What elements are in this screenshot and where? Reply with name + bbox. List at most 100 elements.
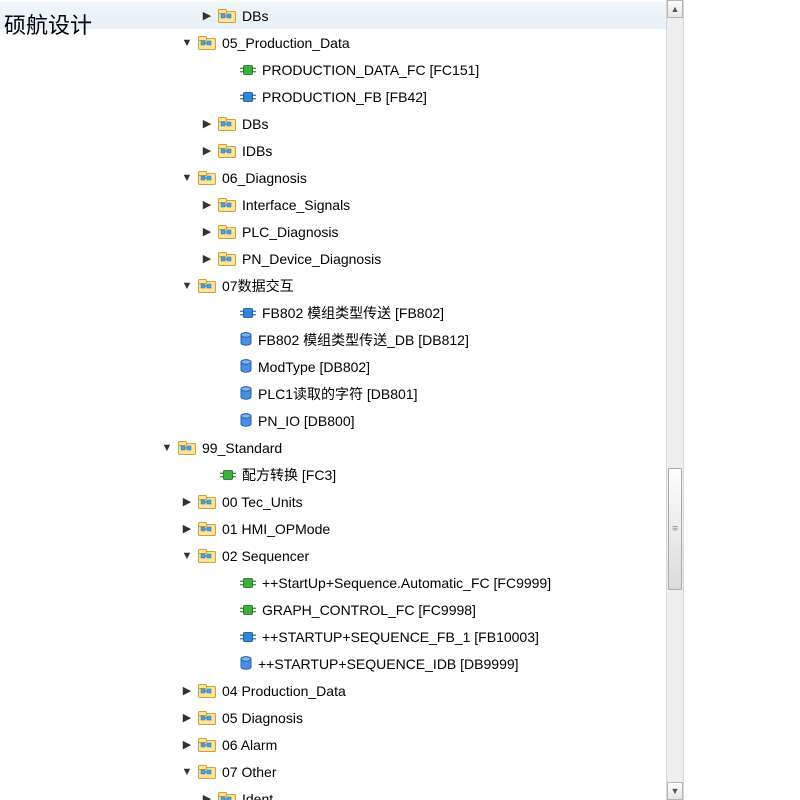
- expand-toggle[interactable]: ▶: [200, 198, 214, 211]
- fb-block-icon: [240, 307, 256, 319]
- project-tree[interactable]: ▶ DBs▼ 05_Production_Data▶ PRODUCTION_DA…: [0, 0, 680, 800]
- folder-icon: [198, 279, 216, 293]
- expand-toggle[interactable]: ▶: [180, 522, 194, 535]
- collapse-toggle[interactable]: ▼: [180, 766, 194, 778]
- db-icon: [240, 333, 252, 347]
- tree-row[interactable]: ▶ ++STARTUP+SEQUENCE_IDB [DB9999]: [0, 650, 680, 677]
- tree-row[interactable]: ▶ PRODUCTION_DATA_FC [FC151]: [0, 56, 680, 83]
- tree-row[interactable]: ▶ FB802 模组类型传送_DB [DB812]: [0, 326, 680, 353]
- tree-item-label: ++STARTUP+SEQUENCE_FB_1 [FB10003]: [262, 629, 539, 645]
- collapse-toggle[interactable]: ▼: [180, 37, 194, 49]
- tree-row[interactable]: ▶ 06 Alarm: [0, 731, 680, 758]
- expand-toggle[interactable]: ▶: [200, 792, 214, 800]
- expand-toggle[interactable]: ▶: [180, 738, 194, 751]
- db-icon: [240, 657, 252, 671]
- tree-item-label: 00 Tec_Units: [222, 494, 303, 510]
- tree-row[interactable]: ▶ IDBs: [0, 137, 680, 164]
- collapse-toggle[interactable]: ▼: [160, 442, 174, 454]
- db-icon: [240, 387, 252, 401]
- tree-row[interactable]: ▶ FB802 模组类型传送 [FB802]: [0, 299, 680, 326]
- collapse-toggle[interactable]: ▼: [180, 172, 194, 184]
- folder-icon: [198, 684, 216, 698]
- tree-row[interactable]: ▶ ++StartUp+Sequence.Automatic_FC [FC999…: [0, 569, 680, 596]
- folder-icon: [218, 225, 236, 239]
- expand-toggle[interactable]: ▶: [200, 225, 214, 238]
- tree-row[interactable]: ▼ 07 Other: [0, 758, 680, 785]
- expand-toggle[interactable]: ▶: [180, 684, 194, 697]
- folder-icon: [198, 549, 216, 563]
- tree-row[interactable]: ▶ 00 Tec_Units: [0, 488, 680, 515]
- tree-row[interactable]: ▶ DBs: [0, 2, 680, 29]
- scroll-up-button[interactable]: ▲: [667, 0, 683, 18]
- scroll-down-button[interactable]: ▼: [667, 782, 683, 800]
- tree-row[interactable]: ▶ 配方转换 [FC3]: [0, 461, 680, 488]
- tree-item-label: DBs: [242, 116, 268, 132]
- tree-item-label: 07 Other: [222, 764, 276, 780]
- tree-item-label: PLC1读取的字符 [DB801]: [258, 384, 418, 404]
- folder-icon: [218, 117, 236, 131]
- tree-item-label: PLC_Diagnosis: [242, 224, 339, 240]
- db-icon: [240, 414, 252, 428]
- tree-item-label: 02 Sequencer: [222, 548, 309, 564]
- tree-item-label: ModType [DB802]: [258, 359, 370, 375]
- tree-row[interactable]: ▶ GRAPH_CONTROL_FC [FC9998]: [0, 596, 680, 623]
- tree-row[interactable]: ▶ PLC1读取的字符 [DB801]: [0, 380, 680, 407]
- tree-item-label: PN_IO [DB800]: [258, 413, 355, 429]
- tree-row[interactable]: ▶ PN_IO [DB800]: [0, 407, 680, 434]
- expand-toggle[interactable]: ▶: [200, 144, 214, 157]
- expand-toggle[interactable]: ▶: [180, 495, 194, 508]
- folder-icon: [218, 252, 236, 266]
- scroll-thumb[interactable]: [668, 468, 682, 590]
- folder-icon: [198, 738, 216, 752]
- tree-row[interactable]: ▶ Ident: [0, 785, 680, 800]
- tree-item-label: GRAPH_CONTROL_FC [FC9998]: [262, 602, 476, 618]
- tree-row[interactable]: ▼ 06_Diagnosis: [0, 164, 680, 191]
- tree-row[interactable]: ▼ 05_Production_Data: [0, 29, 680, 56]
- tree-row[interactable]: ▶ PLC_Diagnosis: [0, 218, 680, 245]
- tree-row[interactable]: ▶ PRODUCTION_FB [FB42]: [0, 83, 680, 110]
- tree-row[interactable]: ▶ Interface_Signals: [0, 191, 680, 218]
- tree-item-label: 06_Diagnosis: [222, 170, 307, 186]
- watermark-text: 硕航设计: [4, 8, 92, 40]
- tree-item-label: ++StartUp+Sequence.Automatic_FC [FC9999]: [262, 575, 551, 591]
- expand-toggle[interactable]: ▶: [200, 9, 214, 22]
- tree-item-label: PRODUCTION_DATA_FC [FC151]: [262, 62, 479, 78]
- tree-row[interactable]: ▶ 01 HMI_OPMode: [0, 515, 680, 542]
- tree-row[interactable]: ▶ ++STARTUP+SEQUENCE_FB_1 [FB10003]: [0, 623, 680, 650]
- tree-row[interactable]: ▶ 04 Production_Data: [0, 677, 680, 704]
- tree-row[interactable]: ▶ PN_Device_Diagnosis: [0, 245, 680, 272]
- tree-item-label: 04 Production_Data: [222, 683, 346, 699]
- folder-icon: [198, 522, 216, 536]
- tree-row[interactable]: ▶ ModType [DB802]: [0, 353, 680, 380]
- tree-row[interactable]: ▼ 99_Standard: [0, 434, 680, 461]
- folder-icon: [178, 441, 196, 455]
- folder-icon: [198, 495, 216, 509]
- tree-row[interactable]: ▼ 02 Sequencer: [0, 542, 680, 569]
- vertical-scrollbar[interactable]: ▲ ▼: [666, 0, 684, 800]
- tree-row[interactable]: ▼ 07数据交互: [0, 272, 680, 299]
- expand-toggle[interactable]: ▶: [200, 117, 214, 130]
- tree-item-label: FB802 模组类型传送_DB [DB812]: [258, 330, 469, 350]
- tree-item-label: 06 Alarm: [222, 737, 277, 753]
- tree-item-label: 配方转换 [FC3]: [242, 465, 336, 485]
- tree-row[interactable]: ▶ DBs: [0, 110, 680, 137]
- tree-item-label: ++STARTUP+SEQUENCE_IDB [DB9999]: [258, 656, 519, 672]
- collapse-toggle[interactable]: ▼: [180, 280, 194, 292]
- expand-toggle[interactable]: ▶: [180, 711, 194, 724]
- tree-item-label: 01 HMI_OPMode: [222, 521, 330, 537]
- collapse-toggle[interactable]: ▼: [180, 550, 194, 562]
- tree-item-label: Ident: [242, 791, 273, 800]
- folder-icon: [218, 9, 236, 23]
- tree-row[interactable]: ▶ 05 Diagnosis: [0, 704, 680, 731]
- tree-item-label: 99_Standard: [202, 440, 282, 456]
- tree-item-label: Interface_Signals: [242, 197, 350, 213]
- folder-icon: [198, 171, 216, 185]
- scroll-track[interactable]: [667, 18, 683, 782]
- fc-block-icon: [240, 64, 256, 76]
- fb-block-icon: [240, 631, 256, 643]
- tree-item-label: 07数据交互: [222, 276, 294, 296]
- tree-item-label: FB802 模组类型传送 [FB802]: [262, 303, 444, 323]
- db-icon: [240, 360, 252, 374]
- tree-panel: ▶ DBs▼ 05_Production_Data▶ PRODUCTION_DA…: [0, 0, 680, 800]
- expand-toggle[interactable]: ▶: [200, 252, 214, 265]
